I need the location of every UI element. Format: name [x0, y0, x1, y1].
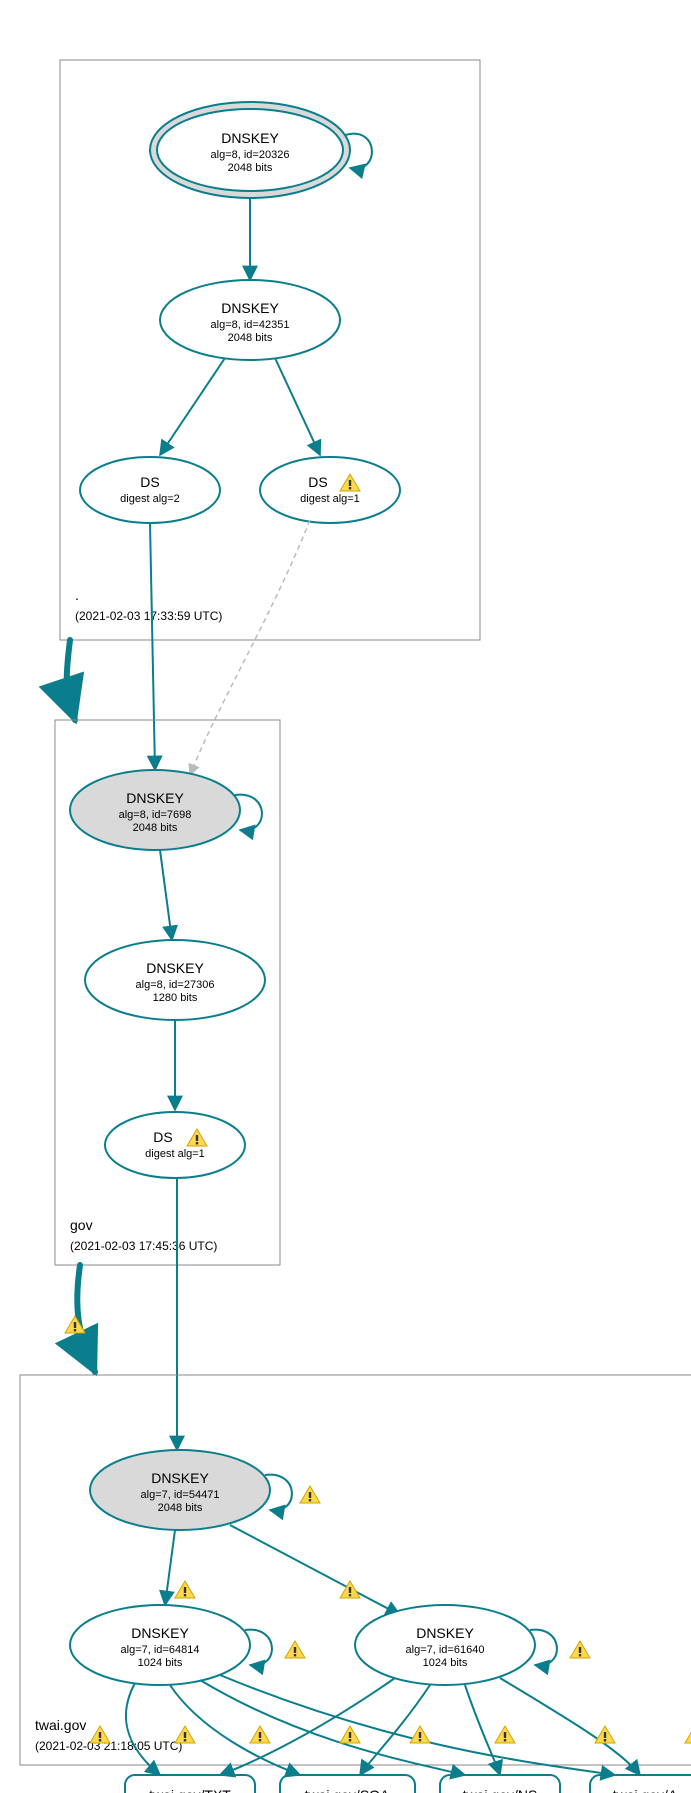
- svg-text:2048 bits: 2048 bits: [228, 162, 273, 174]
- svg-text:2048 bits: 2048 bits: [133, 822, 178, 834]
- svg-text:DNSKEY: DNSKEY: [126, 790, 184, 806]
- svg-text:digest alg=1: digest alg=1: [145, 1148, 205, 1160]
- node-root-ds2[interactable]: DS digest alg=1: [260, 457, 400, 523]
- warning-icon: [90, 1726, 110, 1743]
- edge-ds1-to-gov-ksk: [150, 523, 155, 770]
- svg-text:DNSKEY: DNSKEY: [416, 1625, 474, 1641]
- svg-text:alg=8, id=7698: alg=8, id=7698: [119, 809, 192, 821]
- edge-gov-to-twai-deleg: [77, 1265, 95, 1372]
- svg-text:DNSKEY: DNSKEY: [151, 1470, 209, 1486]
- warning-icon: [285, 1641, 305, 1658]
- svg-text:1024 bits: 1024 bits: [138, 1657, 183, 1669]
- svg-text:twai.gov/A: twai.gov/A: [613, 1787, 678, 1793]
- node-twai-zsk2[interactable]: DNSKEY alg=7, id=61640 1024 bits: [355, 1605, 535, 1685]
- edge-gov-ksk-zsk: [160, 850, 172, 940]
- svg-text:digest alg=2: digest alg=2: [120, 493, 180, 505]
- rr-a[interactable]: twai.gov/A: [590, 1775, 691, 1793]
- svg-text:DS: DS: [308, 474, 327, 490]
- svg-text:twai.gov/TXT: twai.gov/TXT: [149, 1787, 231, 1793]
- warning-icon: [570, 1641, 590, 1658]
- svg-text:DNSKEY: DNSKEY: [146, 960, 204, 976]
- svg-text:digest alg=1: digest alg=1: [300, 493, 360, 505]
- svg-text:DS: DS: [140, 474, 159, 490]
- warning-icon: [300, 1486, 320, 1503]
- svg-text:alg=8, id=20326: alg=8, id=20326: [211, 149, 290, 161]
- node-root-ds1[interactable]: DS digest alg=2: [80, 457, 220, 523]
- edge-twai-ksk-zsk1: [165, 1530, 175, 1605]
- edge-root-zsk-ds2: [275, 358, 320, 455]
- svg-text:alg=7, id=61640: alg=7, id=61640: [406, 1644, 485, 1656]
- svg-text:alg=8, id=42351: alg=8, id=42351: [211, 319, 290, 331]
- node-gov-ksk[interactable]: DNSKEY alg=8, id=7698 2048 bits: [70, 770, 240, 850]
- edge-twai-ksk-zsk2: [230, 1525, 400, 1615]
- edge-zsk2-ns: [465, 1685, 500, 1775]
- edge-zsk1-txt: [126, 1683, 160, 1775]
- zone-twai: twai.gov (2021-02-03 21:18:05 UTC): [20, 1375, 691, 1765]
- svg-text:1024 bits: 1024 bits: [423, 1657, 468, 1669]
- node-twai-ksk[interactable]: DNSKEY alg=7, id=54471 2048 bits: [90, 1450, 270, 1530]
- zone-root-name: .: [75, 587, 79, 603]
- node-gov-zsk[interactable]: DNSKEY alg=8, id=27306 1280 bits: [85, 940, 265, 1020]
- warning-icon: [685, 1726, 691, 1743]
- zone-root-timestamp: (2021-02-03 17:33:59 UTC): [75, 609, 222, 623]
- warning-icon: [250, 1726, 270, 1743]
- edge-root-to-gov-deleg: [67, 640, 75, 720]
- warning-icon: [340, 1726, 360, 1743]
- svg-text:DS: DS: [153, 1129, 172, 1145]
- warning-icon: [340, 1581, 360, 1598]
- svg-text:DNSKEY: DNSKEY: [221, 300, 279, 316]
- zone-twai-name: twai.gov: [35, 1717, 86, 1733]
- svg-text:1280 bits: 1280 bits: [153, 992, 198, 1004]
- svg-text:2048 bits: 2048 bits: [228, 332, 273, 344]
- edge-zsk1-a: [220, 1675, 615, 1775]
- warning-icon: [595, 1726, 615, 1743]
- svg-text:alg=7, id=54471: alg=7, id=54471: [141, 1489, 220, 1501]
- rr-ns[interactable]: twai.gov/NS: [440, 1775, 560, 1793]
- edge-ds2-to-gov-ksk: [190, 520, 310, 775]
- edge-root-zsk-ds1: [160, 358, 225, 455]
- svg-text:twai.gov/SOA: twai.gov/SOA: [305, 1787, 390, 1793]
- node-twai-zsk1[interactable]: DNSKEY alg=7, id=64814 1024 bits: [70, 1605, 250, 1685]
- svg-text:alg=7, id=64814: alg=7, id=64814: [121, 1644, 200, 1656]
- svg-text:twai.gov/NS: twai.gov/NS: [463, 1787, 538, 1793]
- node-root-ksk[interactable]: DNSKEY alg=8, id=20326 2048 bits: [150, 102, 350, 198]
- warning-icon: [495, 1726, 515, 1743]
- warning-icon: [175, 1726, 195, 1743]
- warning-icon: [410, 1726, 430, 1743]
- zone-gov-name: gov: [70, 1217, 93, 1233]
- node-gov-ds[interactable]: DS digest alg=1: [105, 1112, 245, 1178]
- warning-icon: [175, 1581, 195, 1598]
- rr-txt[interactable]: twai.gov/TXT: [125, 1775, 255, 1793]
- svg-text:DNSKEY: DNSKEY: [221, 130, 279, 146]
- svg-text:2048 bits: 2048 bits: [158, 1502, 203, 1514]
- svg-text:DNSKEY: DNSKEY: [131, 1625, 189, 1641]
- node-root-zsk[interactable]: DNSKEY alg=8, id=42351 2048 bits: [160, 280, 340, 360]
- rr-soa[interactable]: twai.gov/SOA: [280, 1775, 415, 1793]
- edge-zsk1-ns: [200, 1680, 465, 1775]
- zone-gov-timestamp: (2021-02-03 17:45:36 UTC): [70, 1239, 217, 1253]
- svg-text:alg=8, id=27306: alg=8, id=27306: [136, 979, 215, 991]
